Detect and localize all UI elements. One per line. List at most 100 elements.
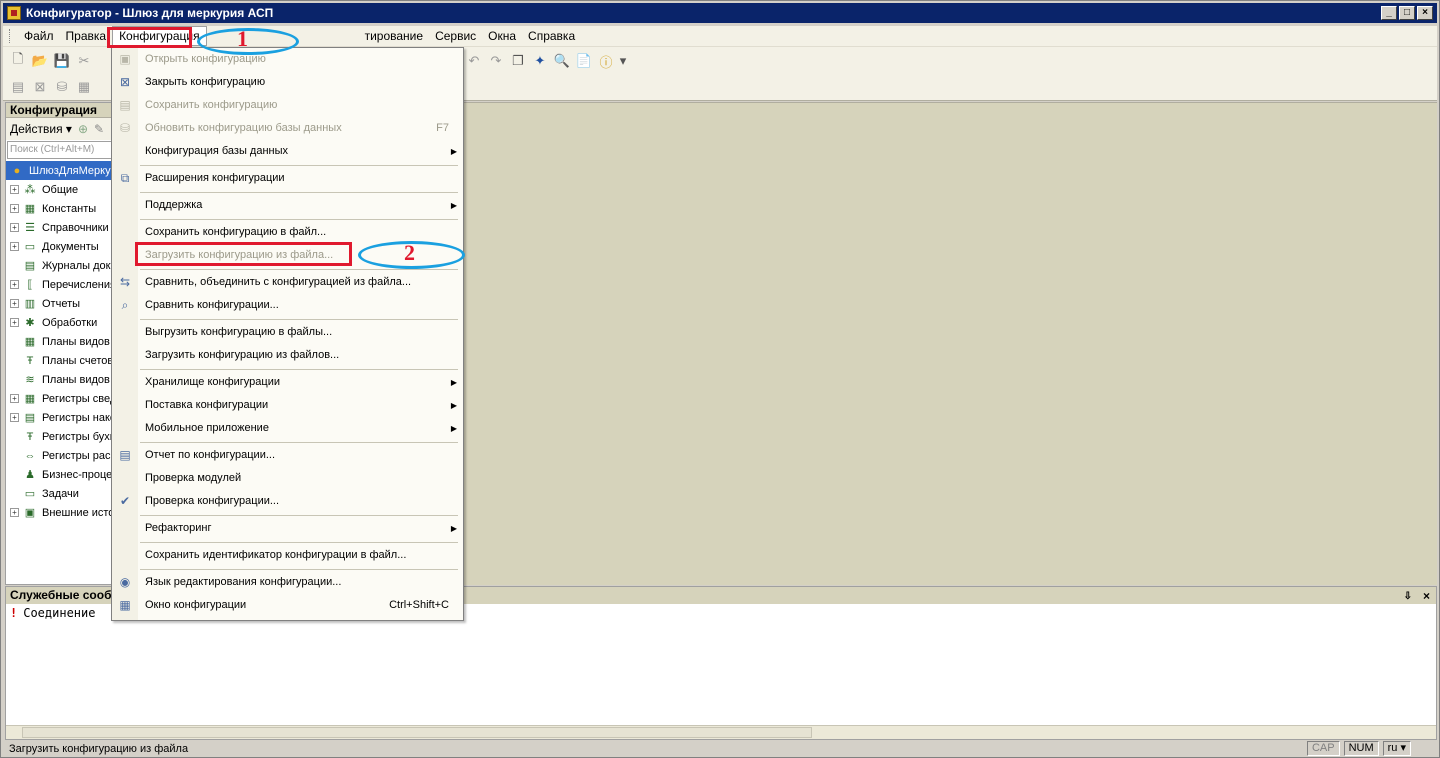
tree-item[interactable]: + ▭ Документы (6, 237, 114, 256)
menubar-grip[interactable] (9, 29, 12, 43)
menu-item-label: Сохранить идентификатор конфигурации в ф… (145, 549, 407, 561)
tree-item[interactable]: + ✱ Обработки (6, 313, 114, 332)
scrollbar-thumb[interactable] (22, 727, 812, 738)
expand-icon[interactable]: + (10, 394, 19, 403)
close-panel-icon[interactable]: × (1423, 588, 1430, 605)
window-title: Конфигуратор - Шлюз для меркурия АСП (26, 6, 274, 20)
tree-item[interactable]: + ▦ Регистры сведений (6, 389, 114, 408)
cut-icon[interactable]: ✂ (75, 52, 93, 70)
menu-item-shortcut: Ctrl+Shift+C (389, 599, 449, 611)
pin-icon[interactable]: ⇩ (1404, 588, 1412, 605)
menu-item[interactable]: ▦ Окно конфигурации Ctrl+Shift+C (112, 594, 463, 616)
table-icon[interactable]: ▦ (75, 78, 93, 96)
menu-item[interactable]: ⇆ Сравнить, объединить с конфигурацией из… (112, 271, 463, 293)
notes-icon[interactable]: 📄 (575, 52, 593, 70)
tree-item[interactable]: + ☰ Справочники (6, 218, 114, 237)
actions-menu-button[interactable]: Действия ▾ (10, 122, 72, 136)
tree-item[interactable]: + ⁂ Общие (6, 180, 114, 199)
tree-item[interactable]: + ▥ Отчеты (6, 294, 114, 313)
tree-item[interactable]: + ▦ Константы (6, 199, 114, 218)
expand-icon[interactable]: + (10, 508, 19, 517)
search-input[interactable]: Поиск (Ctrl+Alt+M) (7, 141, 113, 159)
menu-item[interactable]: Мобильное приложение ▶ (112, 417, 463, 439)
tree-item[interactable]: ▦ Планы видов характеристик (6, 332, 114, 351)
expand-icon[interactable]: + (10, 242, 19, 251)
info-dropdown-arrow-icon[interactable]: ▾ (619, 52, 627, 70)
menu-item[interactable]: Хранилище конфигурации ▶ (112, 371, 463, 393)
journal-icon: ▤ (24, 259, 36, 272)
redo-icon[interactable]: ↷ (487, 52, 505, 70)
config-window-icon: ▦ (119, 598, 131, 612)
menu-item[interactable]: Сохранить идентификатор конфигурации в ф… (112, 544, 463, 566)
maximize-button[interactable]: □ (1399, 6, 1415, 20)
accounting-register-icon: Ŧ (26, 430, 34, 443)
tree-item-label: Регистры расчета (42, 449, 114, 462)
tree-item[interactable]: Ŧ Регистры бухгалтерии (6, 427, 114, 446)
tree-item[interactable]: + ▤ Регистры накопления (6, 408, 114, 427)
windows-icon[interactable]: ❐ (509, 52, 527, 70)
expand-icon[interactable]: + (10, 280, 19, 289)
tree-item-label: Обработки (42, 316, 98, 329)
menu-edit[interactable]: Правка (60, 27, 113, 45)
save-icon[interactable]: 💾 (53, 52, 71, 70)
panel-title: Конфигурация (6, 103, 114, 118)
tree-item[interactable]: ≋ Планы видов расчета (6, 370, 114, 389)
menu-windows[interactable]: Окна (482, 27, 522, 45)
expand-placeholder (10, 356, 19, 365)
doc-icon[interactable]: ▤ (9, 78, 27, 96)
tree-item[interactable]: Ŧ Планы счетов (6, 351, 114, 370)
constants-icon: ▦ (24, 202, 36, 215)
menu-item[interactable]: ◉ Язык редактирования конфигурации... (112, 571, 463, 593)
menu-service[interactable]: Сервис (429, 27, 482, 45)
menu-file[interactable]: Файл (18, 27, 60, 45)
close-config-toolbar-icon[interactable]: ⊠ (31, 78, 49, 96)
minimize-button[interactable]: _ (1381, 6, 1397, 20)
menu-item[interactable]: Загрузить конфигурацию из файлов... (112, 344, 463, 366)
tree-item[interactable]: ▤ Журналы документов (6, 256, 114, 275)
menu-item[interactable]: ▤ Отчет по конфигурации... (112, 444, 463, 466)
tree-item[interactable]: ⇔ Регистры расчета (6, 446, 115, 465)
report-icon: ▥ (24, 297, 36, 310)
expand-icon[interactable]: + (10, 318, 19, 327)
tree-item[interactable]: + ▣ Внешние источники данных (6, 503, 114, 522)
language-selector[interactable]: ru ▾ (1382, 741, 1411, 756)
add-icon[interactable]: ⊕ (78, 122, 88, 136)
tree-item[interactable]: + ⟦ Перечисления (6, 275, 114, 294)
menu-administration[interactable]: тирование (359, 27, 429, 45)
open-folder-icon[interactable]: 📂 (31, 52, 49, 70)
menu-item[interactable]: ⧉ Расширения конфигурации (112, 167, 463, 189)
expand-icon[interactable]: + (10, 413, 19, 422)
document-icon: ▭ (24, 240, 36, 253)
expand-placeholder (10, 375, 19, 384)
menu-item-label: Поддержка (145, 199, 203, 211)
tree-item[interactable]: ▭ Задачи (6, 484, 114, 503)
database-icon[interactable]: ⛁ (53, 78, 71, 96)
wizard-icon[interactable]: ✦ (531, 52, 549, 70)
horizontal-scrollbar[interactable] (6, 725, 1436, 739)
menu-item[interactable]: ✔ Проверка конфигурации... (112, 490, 463, 512)
expand-icon[interactable]: + (10, 223, 19, 232)
syntax-helper-icon[interactable]: 🔍 (553, 52, 571, 70)
new-file-icon[interactable]: 🗋 (9, 51, 27, 70)
processing-icon: ✱ (25, 316, 35, 329)
menu-item[interactable]: Проверка модулей (112, 467, 463, 489)
workspace-area (441, 102, 1437, 585)
menu-help[interactable]: Справка (522, 27, 581, 45)
menu-item[interactable]: Поставка конфигурации ▶ (112, 394, 463, 416)
menu-item[interactable]: Рефакторинг ▶ (112, 517, 463, 539)
menu-item[interactable]: Поддержка ▶ (112, 194, 463, 216)
menu-item[interactable]: ⌕ Сравнить конфигурации... (112, 294, 463, 316)
expand-icon[interactable]: + (10, 204, 19, 213)
close-button[interactable]: × (1417, 6, 1433, 20)
menu-item[interactable]: Выгрузить конфигурацию в файлы... (112, 321, 463, 343)
edit-icon[interactable]: ✎ (94, 122, 104, 136)
info-icon[interactable]: ⓘ (597, 52, 615, 70)
expand-icon[interactable]: + (10, 185, 19, 194)
expand-icon[interactable]: + (10, 299, 19, 308)
undo-icon[interactable]: ↶ (465, 52, 483, 70)
menu-item-label: Рефакторинг (145, 522, 212, 534)
tree-root[interactable]: ● ШлюзДляМеркурия (6, 161, 114, 180)
menu-item[interactable]: ⊠ Закрыть конфигурацию (112, 71, 463, 93)
menu-item[interactable]: Конфигурация базы данных ▶ (112, 140, 463, 162)
tree-item[interactable]: ♟ Бизнес-процессы (6, 465, 114, 484)
